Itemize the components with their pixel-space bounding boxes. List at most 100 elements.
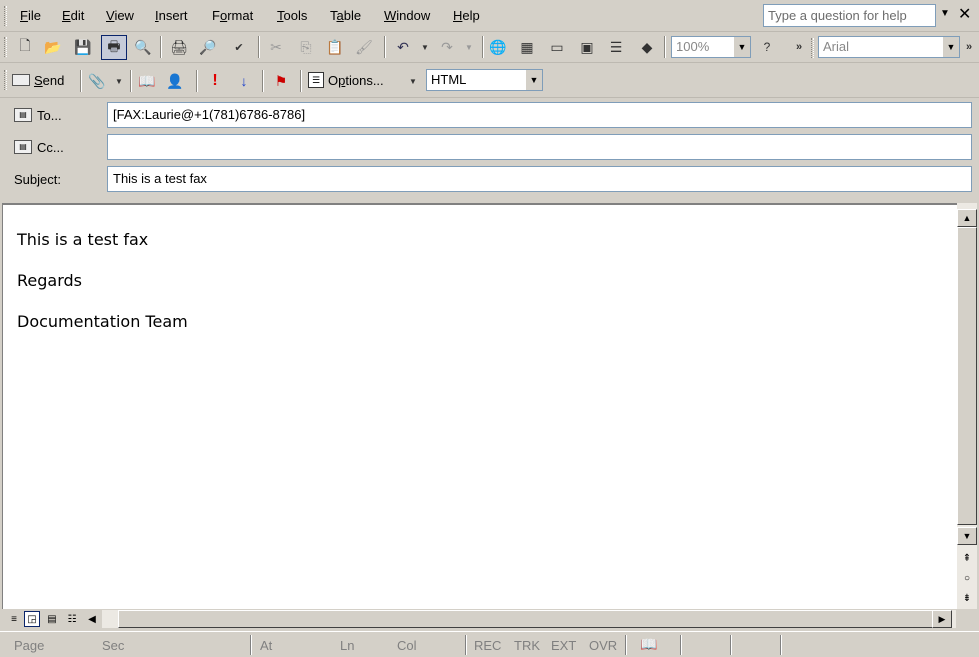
font-combo[interactable]: Arial ▼ [818, 36, 960, 58]
toolbar-separator [160, 36, 162, 58]
message-format-dropdown-icon[interactable]: ▼ [526, 70, 542, 90]
status-extend-selection[interactable]: EXT [551, 638, 576, 653]
ask-question-input[interactable]: Type a question for help [763, 4, 936, 27]
columns-icon[interactable]: ☰ [605, 36, 627, 58]
menu-format[interactable]: Format [208, 7, 257, 24]
web-layout-view-icon[interactable]: ◲ [24, 611, 40, 627]
print-preview-icon[interactable]: 🔎 [197, 36, 219, 58]
zoom-combo[interactable]: 100% ▼ [671, 36, 751, 58]
menu-window[interactable]: Window [380, 7, 434, 24]
drawing-icon[interactable]: ◆ [636, 36, 658, 58]
help-icon[interactable]: ? [756, 36, 778, 58]
standard-toolbar: 🗋 📂 💾 🖶 🔍 🖨 🔎 ✔ ✂ ⎘ 📋 🖌 ↶ ▼ ↷ ▼ 🌐 ▦ ▭ ▣ … [0, 32, 979, 63]
scroll-right-icon[interactable]: ▶ [932, 610, 952, 628]
previous-page-icon[interactable]: ⇞ [957, 549, 977, 567]
menu-view[interactable]: View [102, 7, 138, 24]
next-page-icon[interactable]: ⇟ [957, 589, 977, 607]
toolbar-separator [258, 36, 260, 58]
options-button[interactable]: ☰ Op tions... [308, 69, 384, 91]
open-folder-icon[interactable]: 📂 [42, 36, 64, 58]
toolbar-separator [384, 36, 386, 58]
more-buttons-icon[interactable]: » [960, 36, 978, 58]
normal-view-icon[interactable]: ≡ [6, 611, 22, 627]
status-page: Page [14, 638, 45, 653]
font-dropdown-icon[interactable]: ▼ [943, 37, 959, 57]
zoom-dropdown-icon[interactable]: ▼ [734, 37, 750, 57]
status-divider [250, 635, 252, 655]
undo-dropdown-icon[interactable]: ▼ [414, 36, 436, 58]
low-importance-icon[interactable]: ↓ [233, 70, 255, 92]
address-book-icon: ▤ [14, 108, 32, 122]
menu-help[interactable]: Help [449, 7, 484, 24]
print-icon[interactable]: 🖨 [168, 36, 190, 58]
redo-icon[interactable]: ↷ [436, 36, 458, 58]
permission-icon[interactable]: 🔍 [132, 36, 154, 58]
vertical-scroll-thumb[interactable] [957, 227, 977, 525]
toolbar-grip[interactable] [811, 38, 814, 58]
hyperlink-icon[interactable]: 🌐 [487, 36, 509, 58]
toolbar-separator [300, 70, 302, 92]
menu-tools[interactable]: Tools [273, 7, 311, 24]
menu-edit[interactable]: Edit [58, 7, 88, 24]
copy-icon[interactable]: ⎘ [295, 36, 317, 58]
toolbar-separator [80, 70, 82, 92]
new-icon[interactable]: 🗋 [14, 36, 36, 58]
menu-file[interactable]: File [16, 7, 45, 24]
toolbar-grip[interactable] [4, 37, 7, 57]
more-buttons-icon[interactable]: » [788, 36, 810, 58]
help-dropdown-arrow-icon[interactable]: ▼ [940, 8, 950, 19]
cut-icon[interactable]: ✂ [265, 36, 287, 58]
subject-field[interactable]: This is a test fax [107, 166, 972, 192]
cc-button[interactable]: ▤ Cc... [14, 134, 64, 160]
redo-dropdown-icon[interactable]: ▼ [458, 36, 480, 58]
message-format-combo[interactable]: HTML ▼ [426, 69, 543, 91]
select-browse-object-icon[interactable]: ○ [957, 569, 977, 587]
menu-bar: File Edit View Insert Format Tools Table… [0, 0, 979, 32]
insert-excel-icon[interactable]: ▣ [576, 36, 598, 58]
horizontal-scroll-thumb[interactable] [118, 610, 938, 628]
undo-icon[interactable]: ↶ [392, 36, 414, 58]
menu-insert[interactable]: Insert [151, 7, 192, 24]
check-names-icon[interactable]: 👤 [164, 70, 186, 92]
attach-dropdown-icon[interactable]: ▼ [108, 70, 130, 92]
outline-view-icon[interactable]: ☷ [64, 611, 80, 627]
status-overtype[interactable]: OVR [589, 638, 617, 653]
menu-grip[interactable] [4, 6, 7, 26]
scroll-left-icon[interactable]: ◀ [84, 611, 100, 627]
close-icon[interactable]: ✕ [958, 4, 971, 24]
send-button[interactable]: Send [12, 69, 64, 91]
insert-table-icon[interactable]: ▭ [546, 36, 568, 58]
menu-table[interactable]: Table [326, 7, 365, 24]
to-button[interactable]: ▤ To... [14, 102, 62, 128]
cc-field[interactable] [107, 134, 972, 160]
message-body[interactable]: This is a test fax Regards Documentation… [2, 203, 957, 609]
paste-icon[interactable]: 📋 [324, 36, 346, 58]
toolbar-grip[interactable] [4, 70, 7, 90]
toolbar-separator [262, 70, 264, 92]
spelling-icon[interactable]: ✔ [228, 36, 250, 58]
vertical-scrollbar[interactable]: ▲ ▼ ⇞ ○ ⇟ [957, 203, 977, 609]
send-icon [12, 74, 30, 86]
to-field[interactable]: [FAX:Laurie@+1(781)6786-8786] [107, 102, 972, 128]
body-line: Documentation Team [17, 312, 188, 331]
spelling-status-icon[interactable]: 📖 [640, 636, 657, 653]
status-divider [465, 635, 467, 655]
tables-borders-icon[interactable]: ▦ [516, 36, 538, 58]
scroll-down-icon[interactable]: ▼ [957, 527, 977, 545]
horizontal-scrollbar[interactable] [102, 610, 956, 628]
toolbar-separator [130, 70, 132, 92]
print-layout-view-icon[interactable]: ▤ [44, 611, 60, 627]
status-divider [730, 635, 732, 655]
flag-icon[interactable]: ⚑ [270, 70, 292, 92]
format-painter-icon[interactable]: 🖌 [353, 36, 375, 58]
mail-recipient-icon[interactable]: 🖶 [101, 35, 127, 60]
status-track-changes[interactable]: TRK [514, 638, 540, 653]
address-book-icon[interactable]: 📖 [136, 70, 158, 92]
save-icon[interactable]: 💾 [72, 36, 94, 58]
scroll-up-icon[interactable]: ▲ [957, 209, 977, 227]
high-importance-icon[interactable]: ! [204, 70, 226, 92]
attach-icon[interactable]: 📎 [86, 70, 108, 92]
status-record-macro[interactable]: REC [474, 638, 501, 653]
options-dropdown-icon[interactable]: ▼ [402, 70, 424, 92]
subject-label: Subject: [14, 171, 61, 187]
